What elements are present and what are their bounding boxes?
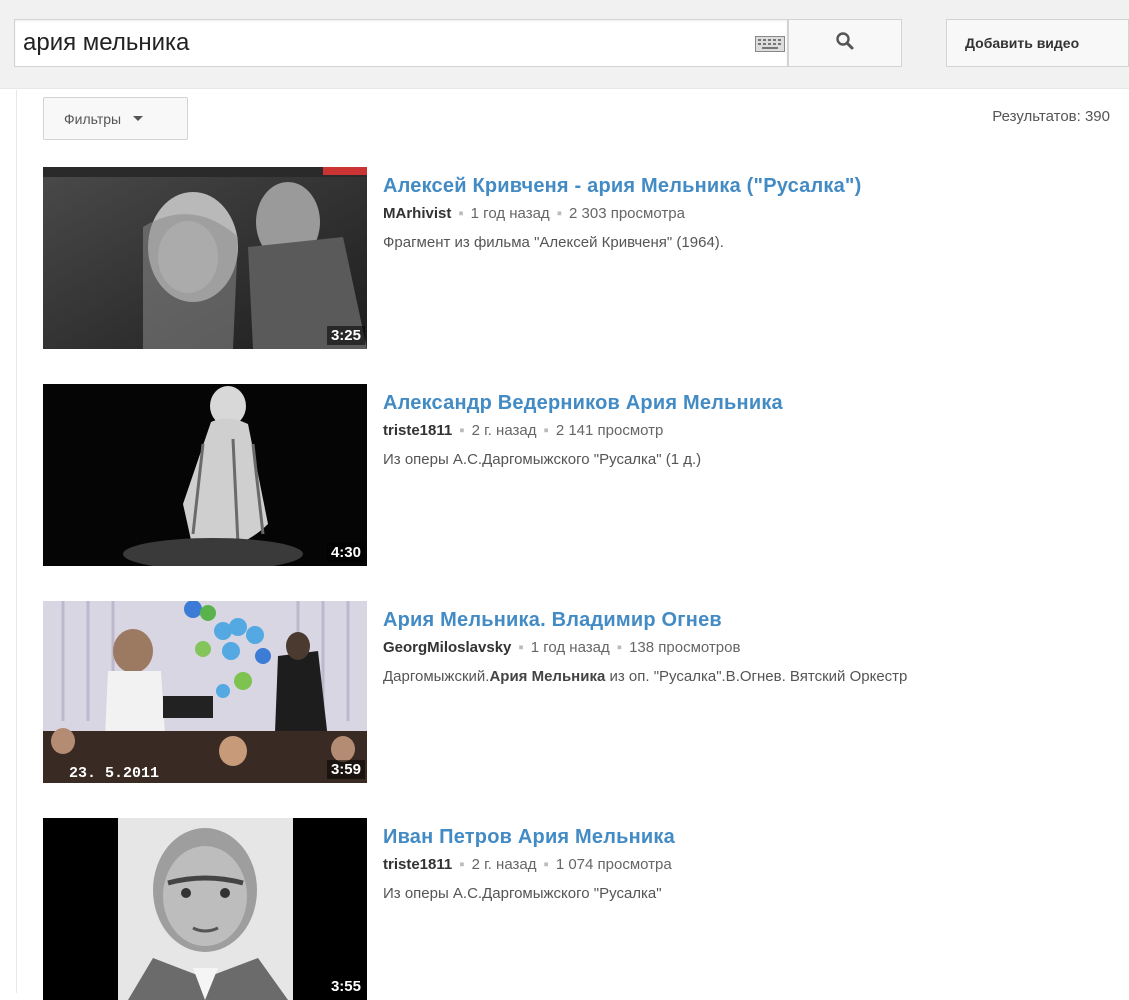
results-count: Результатов: 390	[992, 108, 1110, 125]
video-duration: 3:59	[326, 760, 365, 779]
video-age: 1 год назад	[470, 205, 550, 222]
search-button[interactable]	[788, 19, 902, 67]
video-duration: 3:55	[326, 977, 365, 996]
separator: ▪	[556, 205, 563, 222]
video-description: Даргомыжский.Ария Мельника из оп. "Русал…	[383, 667, 1123, 686]
video-thumbnail[interactable]: 3:55	[43, 818, 367, 1000]
video-age: 1 год назад	[530, 639, 610, 656]
search-box[interactable]	[14, 19, 788, 67]
search-icon	[835, 31, 855, 56]
description-highlight: Ария Мельника	[489, 668, 606, 685]
video-views: 2 303 просмотра	[569, 205, 685, 222]
video-result: 3:55 Иван Петров Ария Мельника triste181…	[43, 818, 1129, 1000]
description-text: из оп. "Русалка".В.Огнев. Вятский Оркест…	[605, 668, 908, 685]
video-thumbnail[interactable]: 3:25	[43, 167, 367, 349]
separator: ▪	[459, 856, 465, 873]
channel-link[interactable]: MArhivist	[383, 205, 451, 222]
video-thumbnail[interactable]: 4:30	[43, 384, 367, 566]
video-title-link[interactable]: Ария Мельника. Владимир Огнев	[383, 607, 1123, 633]
video-description: Фрагмент из фильма "Алексей Кривченя" (1…	[383, 234, 724, 251]
masthead: Добавить видео	[0, 0, 1129, 89]
channel-link[interactable]: triste1811	[383, 856, 452, 873]
keyboard-icon[interactable]	[755, 36, 785, 57]
video-age: 2 г. назад	[471, 422, 537, 439]
separator: ▪	[518, 639, 524, 656]
video-title-link[interactable]: Александр Ведерников Ария Мельника	[383, 390, 1123, 416]
separator: ▪	[459, 422, 465, 439]
video-title-link[interactable]: Иван Петров Ария Мельника	[383, 824, 1123, 850]
divider	[16, 90, 17, 993]
filters-button[interactable]: Фильтры	[43, 97, 188, 140]
video-result: 3:25 Алексей Кривченя - ария Мельника ("…	[43, 167, 1129, 349]
search-input[interactable]	[23, 28, 723, 58]
video-age: 2 г. назад	[471, 856, 537, 873]
date-overlay: 23. 5.2011	[69, 765, 159, 782]
video-description: Из оперы А.С.Даргомыжского "Русалка" (1 …	[383, 451, 702, 468]
video-thumbnail[interactable]: 23. 5.2011 3:59	[43, 601, 367, 783]
video-result: 23. 5.2011 3:59 Ария Мельника. Владимир …	[43, 601, 1129, 783]
chevron-down-icon	[133, 116, 144, 121]
separator: ▪	[458, 205, 464, 222]
video-description: Из оперы А.С.Даргомыжского "Русалка"	[383, 885, 662, 902]
video-views: 1 074 просмотра	[555, 856, 672, 873]
video-duration: 3:25	[326, 326, 365, 345]
video-views: 138 просмотров	[629, 639, 741, 656]
video-meta: triste1811 ▪ 2 г. назад ▪ 1 074 просмотра	[383, 854, 1123, 876]
channel-link[interactable]: triste1811	[383, 422, 452, 439]
video-views: 2 141 просмотр	[555, 422, 664, 439]
video-meta: triste1811 ▪ 2 г. назад ▪ 2 141 просмотр	[383, 420, 1123, 442]
filters-label: Фильтры	[64, 110, 122, 127]
channel-link[interactable]: GeorgMiloslavsky	[383, 639, 511, 656]
separator: ▪	[616, 639, 623, 656]
separator: ▪	[543, 422, 549, 439]
description-text: Даргомыжский.	[383, 668, 490, 685]
video-meta: GeorgMiloslavsky ▪ 1 год назад ▪ 138 просмот…	[383, 637, 1123, 659]
video-result: 4:30 Александр Ведерников Ария Мельника …	[43, 384, 1129, 566]
video-meta: MArhivist ▪ 1 год назад ▪ 2 303 просмотра	[383, 203, 1123, 225]
separator: ▪	[543, 856, 549, 873]
upload-video-button[interactable]: Добавить видео	[946, 19, 1129, 67]
video-duration: 4:30	[326, 543, 365, 562]
video-title-link[interactable]: Алексей Кривченя - ария Мельника ("Русал…	[383, 173, 1123, 199]
